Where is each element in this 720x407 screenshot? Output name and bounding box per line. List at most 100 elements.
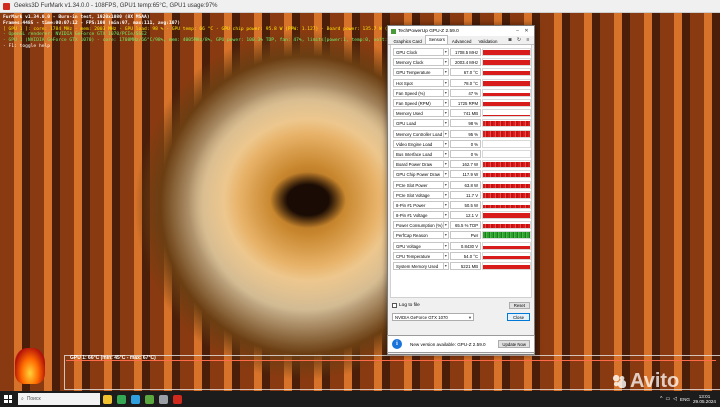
- sensor-value: 63.8 W: [449, 180, 482, 189]
- chevron-down-icon[interactable]: ▼: [443, 99, 449, 108]
- sensor-graph: [482, 88, 531, 97]
- log-to-file-label: Log to file: [399, 302, 420, 308]
- sensor-graph: [482, 221, 531, 230]
- chevron-down-icon[interactable]: ▼: [443, 190, 449, 199]
- chevron-down-icon[interactable]: ▼: [443, 180, 449, 189]
- sensor-graph-fill: [483, 213, 530, 219]
- sensor-row: Fan Speed (%) ▼ 47 %: [391, 88, 531, 98]
- sensor-graph: [482, 200, 531, 209]
- chevron-down-icon[interactable]: ▼: [443, 262, 449, 271]
- furmark-titlebar[interactable]: Geeks3D FurMark v1.34.0.0 - 108FPS, GPU1…: [0, 0, 720, 13]
- chevron-down-icon[interactable]: ▼: [443, 78, 449, 87]
- chevron-down-icon[interactable]: ▼: [443, 88, 449, 97]
- close-icon[interactable]: ✕: [522, 28, 531, 34]
- chevron-down-icon[interactable]: ▼: [443, 200, 449, 209]
- taskbar-search[interactable]: ⌕ Поиск: [18, 393, 100, 405]
- tab-validation[interactable]: Validation: [475, 37, 501, 44]
- chevron-down-icon[interactable]: ▼: [443, 221, 449, 230]
- sensor-name[interactable]: GPU Voltage: [393, 241, 444, 250]
- start-button[interactable]: [0, 391, 16, 407]
- gpu-z-icon: [144, 394, 154, 404]
- menu-icon[interactable]: ≡: [525, 37, 531, 43]
- language-indicator[interactable]: ENG: [680, 397, 690, 402]
- sensor-name[interactable]: Memory Clock: [393, 58, 444, 67]
- taskbar-app-chrome[interactable]: [114, 391, 128, 407]
- sensor-value: 95 %: [449, 129, 482, 138]
- chevron-down-icon[interactable]: ▼: [443, 58, 449, 67]
- chevron-down-icon[interactable]: ▼: [443, 160, 449, 169]
- close-button[interactable]: Close: [507, 312, 530, 321]
- sensor-name[interactable]: GPU Temperature: [393, 68, 444, 77]
- sensor-name[interactable]: Memory Used: [393, 109, 444, 118]
- sensor-name[interactable]: Hot Spot: [393, 78, 444, 87]
- tab-sensors[interactable]: Sensors: [425, 35, 449, 44]
- chevron-down-icon[interactable]: ▼: [443, 231, 449, 240]
- sensor-graph-fill: [483, 114, 530, 117]
- sensor-name[interactable]: GPU Load: [393, 119, 444, 128]
- sensor-name[interactable]: PerfCap Reason: [393, 231, 444, 240]
- search-icon: ⌕: [21, 396, 24, 402]
- sensor-name[interactable]: PCIe Slot Voltage: [393, 190, 444, 199]
- chevron-down-icon[interactable]: ▼: [443, 149, 449, 158]
- taskbar-app-furmark[interactable]: [170, 391, 184, 407]
- gpu-selector[interactable]: NVIDIA GeForce GTX 1070 ▼: [392, 312, 474, 321]
- chevron-up-icon[interactable]: ^: [660, 396, 662, 402]
- tab-advanced[interactable]: Advanced: [448, 37, 475, 44]
- chevron-down-icon[interactable]: ▼: [443, 109, 449, 118]
- sensor-row: PCIe Slot Power ▼ 63.8 W: [391, 179, 531, 189]
- sensor-graph: [482, 262, 531, 271]
- chevron-down-icon[interactable]: ▼: [443, 48, 449, 57]
- update-now-button[interactable]: Update Now: [498, 340, 530, 348]
- log-to-file-checkbox[interactable]: [392, 302, 397, 308]
- sensor-name[interactable]: Power Consumption (%): [393, 221, 444, 230]
- sensor-graph-fill: [483, 50, 530, 56]
- chevron-down-icon[interactable]: ▼: [443, 129, 449, 138]
- taskbar-app-steam[interactable]: [156, 391, 170, 407]
- reset-button[interactable]: Reset: [508, 301, 530, 309]
- sensor-name[interactable]: Fan Speed (RPM): [393, 99, 444, 108]
- sensor-graph: [482, 149, 531, 158]
- sensor-name[interactable]: GPU Chip Power Draw: [393, 170, 444, 179]
- sensor-row: Memory Used ▼ 741 MB: [391, 108, 531, 118]
- sensor-row: Fan Speed (RPM) ▼ 1725 RPM: [391, 98, 531, 108]
- sensor-name[interactable]: 8-Pin #1 Power: [393, 200, 444, 209]
- sensor-graph: [482, 241, 531, 250]
- chevron-down-icon[interactable]: ▼: [443, 211, 449, 220]
- sensor-name[interactable]: Board Power Draw: [393, 160, 444, 169]
- sensor-name[interactable]: Video Engine Load: [393, 139, 444, 148]
- camera-icon[interactable]: ◙: [507, 37, 513, 43]
- chevron-down-icon[interactable]: ▼: [443, 251, 449, 260]
- volume-icon[interactable]: ◁: [673, 396, 677, 402]
- gpuz-title: TechPowerUp GPU-Z 2.59.0: [398, 28, 459, 34]
- network-icon[interactable]: ▭: [665, 396, 670, 402]
- chevron-down-icon[interactable]: ▼: [443, 119, 449, 128]
- sensor-name[interactable]: PCIe Slot Power: [393, 180, 444, 189]
- sensor-name[interactable]: Memory Controller Load: [393, 129, 444, 138]
- sensor-name[interactable]: Bus Interface Load: [393, 149, 444, 158]
- taskbar-clock[interactable]: 13:01 29.05.2024: [693, 394, 716, 405]
- gpuz-titlebar[interactable]: TechPowerUp GPU-Z 2.59.0 – ✕: [388, 26, 534, 36]
- sensor-name[interactable]: GPU Clock: [393, 48, 444, 57]
- tab-graphics-card[interactable]: Graphics Card: [390, 37, 425, 44]
- chevron-down-icon[interactable]: ▼: [443, 68, 449, 77]
- chevron-down-icon[interactable]: ▼: [443, 241, 449, 250]
- chevron-down-icon[interactable]: ▼: [443, 170, 449, 179]
- refresh-icon[interactable]: ↻: [516, 37, 522, 43]
- sensor-name[interactable]: System Memory Used: [393, 262, 444, 271]
- sensor-name[interactable]: Fan Speed (%): [393, 88, 444, 97]
- sensor-graph-fill: [483, 183, 530, 188]
- sensor-row: 8-Pin #1 Voltage ▼ 12.1 V: [391, 210, 531, 220]
- sensor-graph: [482, 170, 531, 179]
- sensor-list: GPU Clock ▼ 1708.5 MHz Memory Clock ▼ 2003.4 …: [390, 45, 532, 298]
- minimize-icon[interactable]: –: [513, 28, 522, 34]
- taskbar-app-explorer[interactable]: [100, 391, 114, 407]
- taskbar-app-gpu-z[interactable]: [142, 391, 156, 407]
- chevron-down-icon[interactable]: ▼: [443, 139, 449, 148]
- gpu-selected-value: NVIDIA GeForce GTX 1070: [395, 314, 448, 320]
- steam-icon: [158, 394, 168, 404]
- sensor-name[interactable]: CPU Temperature: [393, 251, 444, 260]
- sensor-name[interactable]: 8-Pin #1 Voltage: [393, 211, 444, 220]
- sensor-row: Hot Spot ▼ 78.0 °C: [391, 78, 531, 88]
- info-icon: i: [392, 339, 402, 349]
- taskbar-app-edge[interactable]: [128, 391, 142, 407]
